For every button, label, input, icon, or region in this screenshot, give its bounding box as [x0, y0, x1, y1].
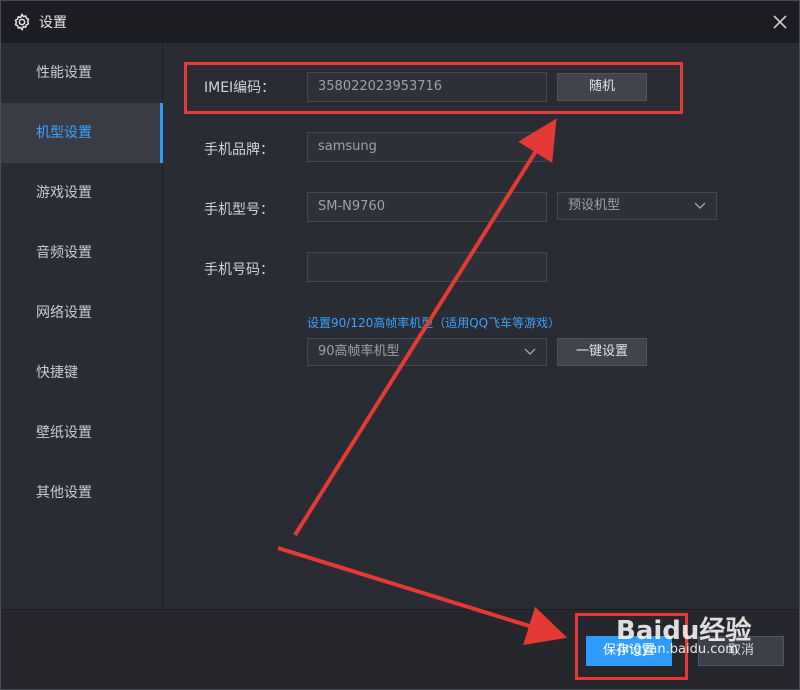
sidebar-item-shortcuts[interactable]: 快捷键 — [1, 343, 163, 403]
sidebar-item-label: 音频设置 — [36, 245, 92, 261]
title-bar: 设置 — [1, 1, 799, 43]
high-fps-select-value: 90高帧率机型 — [318, 344, 400, 359]
sidebar-item-label: 网络设置 — [36, 305, 92, 321]
sidebar-item-device-model[interactable]: 机型设置 — [1, 103, 163, 163]
sidebar-item-performance[interactable]: 性能设置 — [1, 43, 163, 103]
sidebar-item-wallpaper[interactable]: 壁纸设置 — [1, 403, 163, 463]
brand-field[interactable]: samsung — [307, 132, 547, 162]
sidebar-item-label: 机型设置 — [36, 125, 92, 141]
sidebar: 性能设置 机型设置 游戏设置 音频设置 网络设置 快捷键 壁纸设置 其他设置 — [1, 43, 163, 609]
sidebar-item-label: 壁纸设置 — [36, 425, 92, 441]
high-fps-select[interactable]: 90高帧率机型 — [307, 338, 547, 366]
sidebar-item-label: 游戏设置 — [36, 185, 92, 201]
device-model-panel: IMEI编码： 358022023953716 随机 手机品牌： samsung… — [164, 43, 799, 609]
phone-field[interactable] — [307, 252, 547, 282]
cancel-button[interactable]: 取消 — [698, 636, 784, 666]
active-indicator — [160, 103, 163, 163]
sidebar-item-label: 快捷键 — [36, 365, 78, 381]
save-highlight-box — [575, 613, 688, 680]
chevron-down-icon — [694, 202, 706, 209]
imei-highlight-box — [184, 62, 683, 114]
sidebar-item-label: 其他设置 — [36, 485, 92, 501]
one-click-set-button[interactable]: 一键设置 — [557, 338, 647, 366]
model-label: 手机型号： — [204, 202, 274, 218]
window-title: 设置 — [39, 15, 67, 31]
sidebar-item-game[interactable]: 游戏设置 — [1, 163, 163, 223]
phone-label: 手机号码： — [204, 262, 274, 278]
sidebar-item-other[interactable]: 其他设置 — [1, 463, 163, 523]
high-fps-hint-link[interactable]: 设置90/120高帧率机型（适用QQ飞车等游戏） — [307, 314, 560, 331]
sidebar-item-audio[interactable]: 音频设置 — [1, 223, 163, 283]
gear-icon — [14, 13, 30, 31]
sidebar-item-label: 性能设置 — [36, 65, 92, 81]
chevron-down-icon — [524, 348, 536, 355]
brand-label: 手机品牌： — [204, 142, 274, 158]
preset-model-select-value: 预设机型 — [568, 198, 621, 213]
model-field[interactable]: SM-N9760 — [307, 192, 547, 222]
sidebar-item-network[interactable]: 网络设置 — [1, 283, 163, 343]
preset-model-select[interactable]: 预设机型 — [557, 192, 717, 220]
close-icon[interactable] — [768, 10, 792, 34]
